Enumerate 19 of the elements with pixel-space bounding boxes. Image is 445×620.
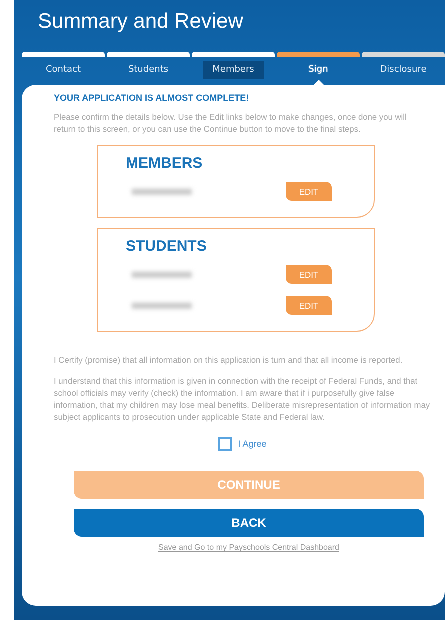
instructions-text: Please confirm the details below. Use the Edit links below to make changes, once done you will return to this screen, or you can use the Continue button to move to the final steps. (54, 111, 408, 136)
step-tab[interactable]: Students (118, 61, 179, 79)
agree-label: I Agree (238, 439, 267, 450)
blurred-name (132, 272, 192, 278)
step-tab[interactable]: Sign (298, 61, 338, 79)
dashboard-link[interactable]: Save and Go to my Payschools Central Dashboard (74, 543, 424, 552)
section-title: STUDENTS (126, 238, 208, 256)
section-title: MEMBERS (126, 155, 204, 172)
page-title: Summary and Review (38, 10, 244, 34)
step-tab[interactable]: Members (202, 61, 264, 79)
step-tab[interactable]: Contact (36, 61, 91, 79)
blurred-name (132, 188, 192, 195)
step-tab[interactable]: Disclosure (370, 61, 437, 79)
back-button[interactable]: BACK (74, 509, 424, 538)
notice-heading: YOUR APPLICATION IS ALMOST COMPLETE! (54, 93, 250, 103)
legal-statement: I understand that this information is given in connection with the receipt of Federal Funds, and that school officials may verify (check) the information. I am aware that if i purposefully give false information, that my children may lose meal benefits. Deliberate misrepresentation of information may subject applicants to prosecution under applicable State and Federal law. (54, 374, 431, 424)
agree-checkbox[interactable] (218, 437, 232, 452)
blurred-name (132, 302, 192, 309)
certification-text: I Certify (promise) that all information on this application is turn and that all income is reported. (54, 354, 404, 367)
